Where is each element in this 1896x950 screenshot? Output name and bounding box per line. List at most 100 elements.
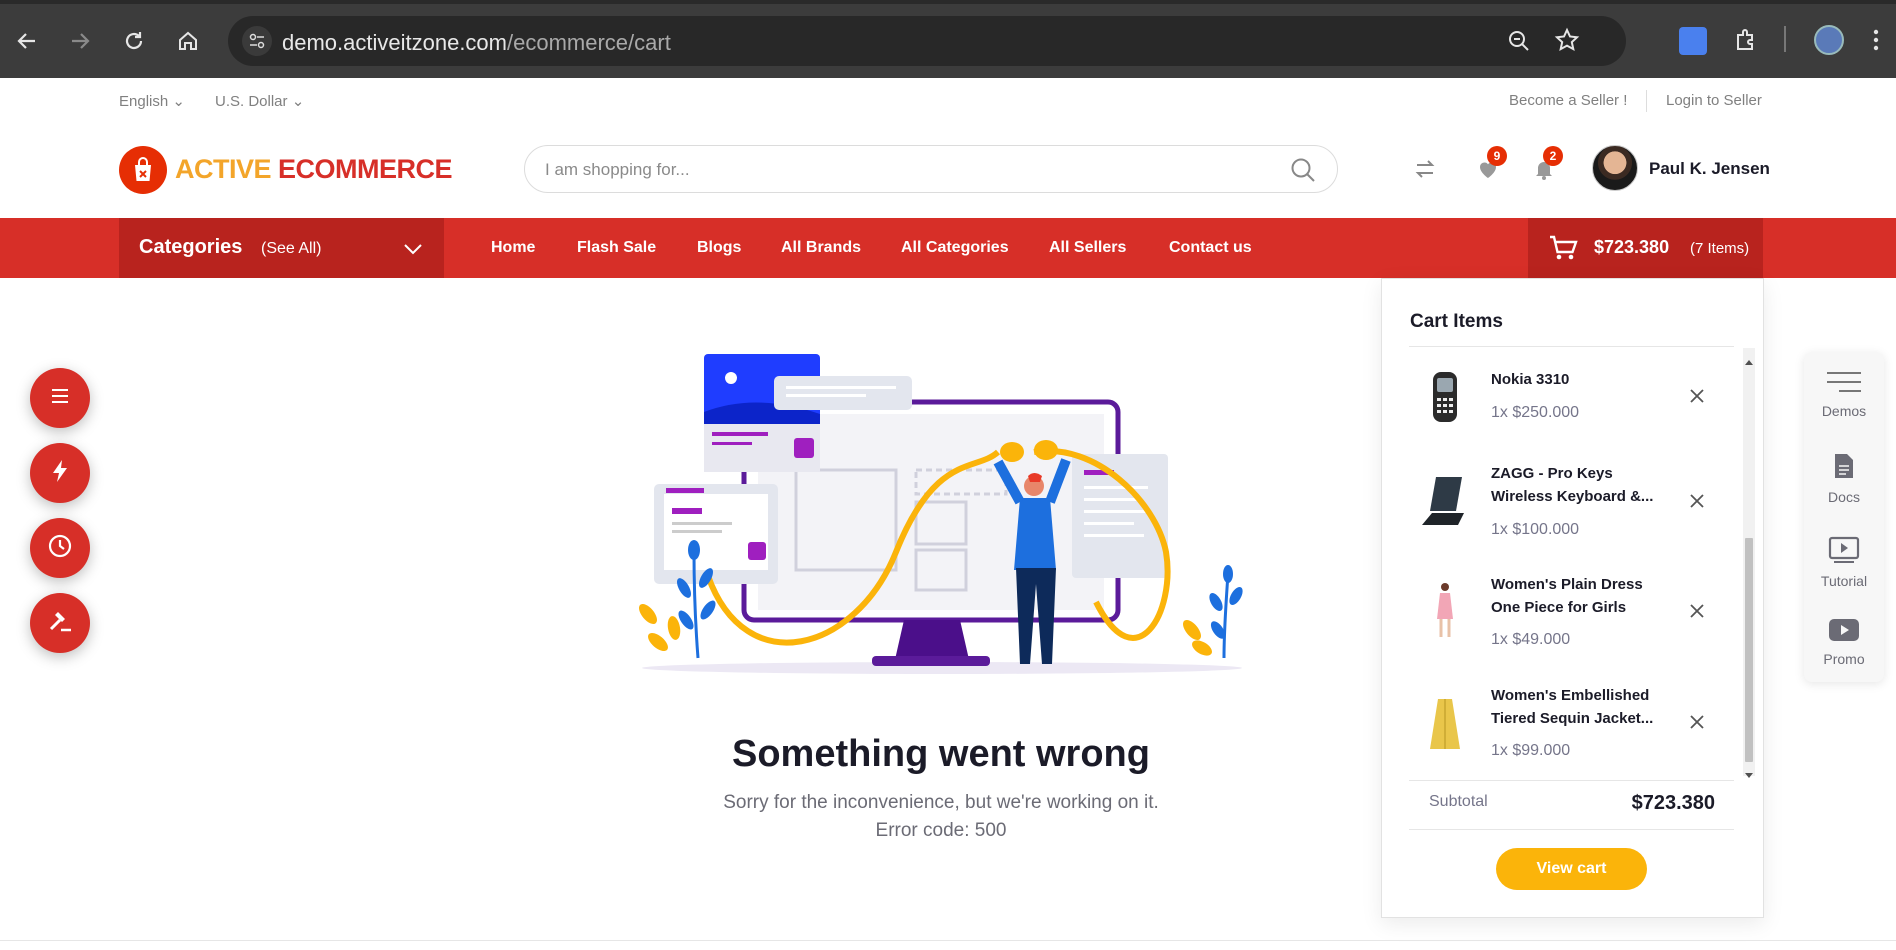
scroll-down-arrow-icon[interactable] — [1745, 766, 1753, 784]
side-demos-label: Demos — [1821, 403, 1867, 419]
cart-item-image[interactable] — [1416, 694, 1474, 752]
cart-item-image[interactable] — [1416, 472, 1474, 530]
cart-divider — [1409, 829, 1734, 830]
utility-divider — [1646, 90, 1647, 112]
cart-divider — [1409, 346, 1734, 347]
view-cart-button[interactable]: View cart — [1496, 848, 1647, 890]
nav-contact-us[interactable]: Contact us — [1169, 239, 1252, 257]
browser-tab-strip — [0, 0, 1896, 4]
url-host: demo.activeitzone.com — [282, 30, 507, 55]
cart-scrollbar-thumb[interactable] — [1745, 538, 1753, 762]
search-bar — [524, 145, 1338, 193]
browser-toolbar: demo.activeitzone.com/ecommerce/cart — [0, 0, 1896, 78]
translate-extension-icon[interactable] — [1679, 27, 1707, 55]
error-illustration — [639, 354, 1243, 674]
logo-word-ecommerce: ECOMMERCE — [278, 154, 453, 184]
cart-item-price: 1x $99.000 — [1491, 742, 1571, 759]
document-icon — [1833, 454, 1855, 484]
remove-item-close-icon[interactable] — [1686, 711, 1708, 733]
side-tutorial-label: Tutorial — [1820, 573, 1868, 589]
remove-item-close-icon[interactable] — [1686, 385, 1708, 407]
side-promo[interactable]: Promo — [1804, 618, 1884, 667]
side-demos[interactable]: Demos — [1804, 370, 1884, 419]
cart-item-image[interactable] — [1416, 582, 1474, 640]
back-icon[interactable] — [10, 24, 44, 58]
site-info-icon[interactable] — [242, 26, 272, 56]
search-input[interactable] — [545, 158, 1265, 182]
cart-icon[interactable] — [1548, 234, 1578, 267]
cart-item-count[interactable]: (7 Items) — [1690, 240, 1749, 257]
chevron-down-icon: ⌄ — [291, 93, 305, 110]
search-icon[interactable] — [1289, 156, 1317, 189]
user-avatar[interactable] — [1592, 145, 1638, 191]
cart-item-price: 1x $49.000 — [1491, 631, 1571, 648]
toolbar-divider — [1784, 26, 1786, 52]
extensions-icon[interactable] — [1733, 27, 1759, 58]
url-path: /ecommerce/cart — [507, 30, 671, 55]
nav-all-sellers[interactable]: All Sellers — [1049, 239, 1126, 257]
cart-item-image[interactable] — [1416, 368, 1474, 426]
login-seller-link[interactable]: Login to Seller — [1666, 92, 1762, 109]
wishlist-count-badge: 9 — [1487, 146, 1507, 166]
language-selector[interactable]: English ⌄ — [119, 92, 185, 110]
nav-home[interactable]: Home — [491, 239, 535, 257]
url-text: demo.activeitzone.com/ecommerce/cart — [282, 30, 671, 56]
cart-item-name[interactable]: Nokia 3310 — [1491, 368, 1671, 391]
nav-blogs[interactable]: Blogs — [697, 239, 741, 257]
cart-item-price: 1x $250.000 — [1491, 404, 1580, 421]
gavel-icon — [47, 608, 73, 639]
language-label: English — [119, 93, 169, 110]
nav-flash-sale[interactable]: Flash Sale — [577, 239, 656, 257]
compare-icon[interactable] — [1408, 152, 1442, 186]
cart-item-name[interactable]: Women's Embellished Tiered Sequin Jacket… — [1491, 684, 1671, 730]
notification-count-badge: 2 — [1543, 146, 1563, 166]
error-title: Something went wrong — [732, 733, 1150, 775]
bookmark-star-icon[interactable] — [1554, 27, 1580, 58]
cart-item-name[interactable]: Women's Plain Dress One Piece for Girls — [1491, 573, 1671, 619]
zoom-icon[interactable] — [1506, 28, 1532, 59]
home-icon[interactable] — [171, 24, 205, 58]
lines-icon — [1825, 372, 1863, 398]
currency-label: U.S. Dollar — [215, 93, 288, 110]
logo-icon[interactable] — [119, 146, 167, 194]
logo-word-active: ACTIVE — [175, 154, 272, 184]
subtotal-value: $723.380 — [1631, 792, 1715, 814]
cart-item-name[interactable]: ZAGG - Pro Keys Wireless Keyboard &... — [1491, 462, 1671, 508]
cart-item-price: 1x $100.000 — [1491, 521, 1580, 538]
address-bar[interactable]: demo.activeitzone.com/ecommerce/cart — [228, 16, 1626, 66]
side-docs-label: Docs — [1828, 489, 1860, 505]
all-categories-fab[interactable] — [30, 368, 90, 428]
logo-text[interactable]: ACTIVE ECOMMERCE — [175, 154, 453, 185]
todays-deal-fab[interactable] — [30, 518, 90, 578]
youtube-icon — [1828, 619, 1860, 646]
categories-label[interactable]: Categories — [139, 236, 242, 259]
auction-fab[interactable] — [30, 593, 90, 653]
error-message: Sorry for the inconvenience, but we're w… — [723, 792, 1159, 813]
video-play-icon — [1828, 536, 1860, 568]
user-name[interactable]: Paul K. Jensen — [1649, 159, 1770, 179]
side-tutorial[interactable]: Tutorial — [1804, 536, 1884, 589]
cart-divider — [1409, 780, 1734, 781]
clock-icon — [47, 533, 73, 564]
error-code: Error code: 500 — [875, 820, 1007, 841]
chevron-down-icon[interactable] — [402, 238, 424, 265]
categories-see-all[interactable]: (See All) — [261, 240, 321, 258]
browser-menu-icon[interactable] — [1872, 27, 1880, 58]
side-docs[interactable]: Docs — [1804, 452, 1884, 505]
lightning-icon — [49, 458, 71, 489]
scroll-up-arrow-icon[interactable] — [1745, 352, 1753, 370]
become-seller-link[interactable]: Become a Seller ! — [1509, 92, 1627, 109]
nav-all-categories[interactable]: All Categories — [901, 239, 1009, 257]
menu-icon — [49, 386, 71, 411]
nav-all-brands[interactable]: All Brands — [781, 239, 861, 257]
forward-icon[interactable] — [63, 24, 97, 58]
cart-total[interactable]: $723.380 — [1594, 237, 1669, 258]
currency-selector[interactable]: U.S. Dollar ⌄ — [215, 92, 304, 110]
profile-avatar-icon[interactable] — [1814, 25, 1844, 55]
remove-item-close-icon[interactable] — [1686, 490, 1708, 512]
reload-icon[interactable] — [117, 24, 151, 58]
cart-items-title: Cart Items — [1410, 311, 1503, 332]
flash-deals-fab[interactable] — [30, 443, 90, 503]
remove-item-close-icon[interactable] — [1686, 600, 1708, 622]
side-promo-label: Promo — [1823, 651, 1865, 667]
